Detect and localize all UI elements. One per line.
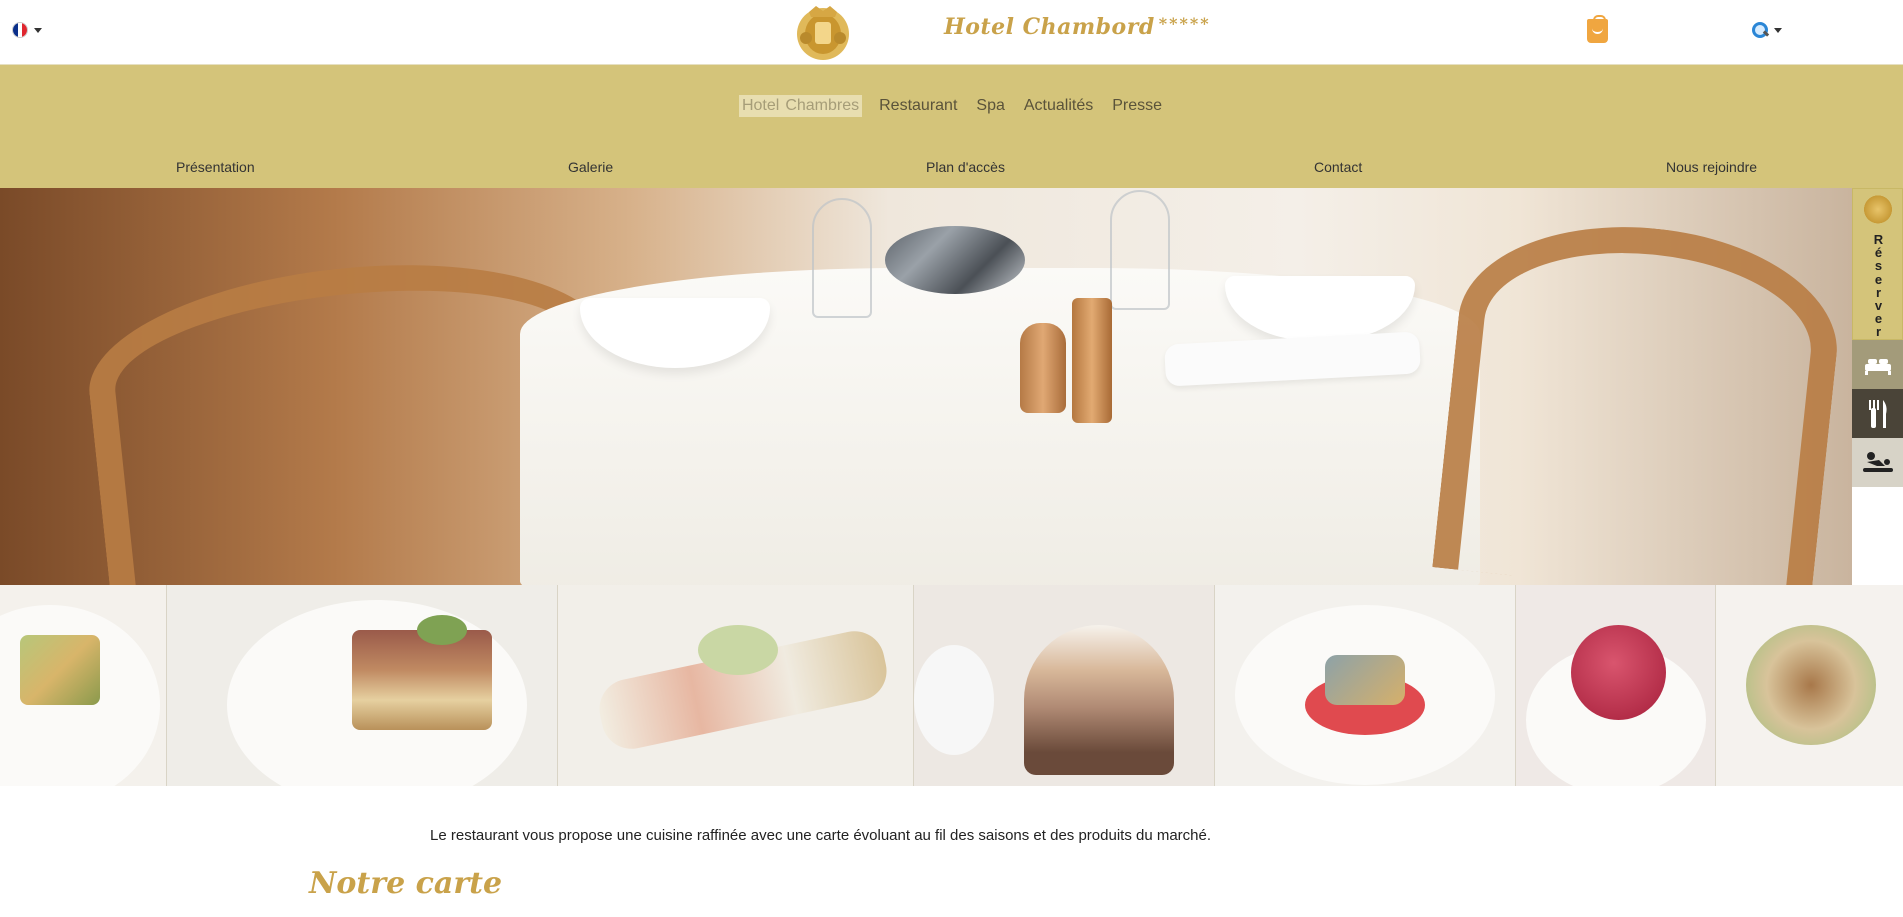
top-header: Hotel Chambord ***** xyxy=(0,0,1903,65)
menu-item-spa[interactable]: Spa xyxy=(974,95,1006,117)
menu-item-chambres[interactable]: Chambres xyxy=(782,95,862,117)
main-menu-group-hotel-chambres: Hotel Chambres xyxy=(738,95,863,117)
wine-glass xyxy=(1110,190,1170,310)
stone-decor xyxy=(885,226,1025,294)
flag-fr-icon xyxy=(12,22,28,38)
side-widget: R é s e r v e r xyxy=(1852,188,1903,490)
salt-mill xyxy=(1072,298,1112,423)
gallery-image[interactable] xyxy=(1716,585,1903,786)
massage-icon xyxy=(1862,451,1893,472)
hero-restaurant-image xyxy=(0,188,1852,585)
rooms-shortcut-button[interactable] xyxy=(1852,340,1903,389)
shopping-bag-icon[interactable] xyxy=(1587,15,1608,43)
brand-stars: ***** xyxy=(1158,14,1211,33)
reserve-letter: r xyxy=(1875,324,1882,340)
gallery-image[interactable] xyxy=(0,585,167,786)
search-toggle[interactable] xyxy=(1752,22,1782,38)
submenu-item-presentation[interactable]: Présentation xyxy=(176,159,255,175)
menu-item-hotel[interactable]: Hotel xyxy=(739,95,782,117)
menu-item-restaurant[interactable]: Restaurant xyxy=(877,95,959,117)
reserve-letter: s xyxy=(1874,258,1883,274)
chair-right xyxy=(1432,209,1848,585)
gallery-image[interactable] xyxy=(167,585,558,786)
restaurant-intro-text: Le restaurant vous propose une cuisine r… xyxy=(430,827,1212,844)
brand-title[interactable]: Hotel Chambord ***** xyxy=(944,14,1211,40)
hotel-crest-logo[interactable] xyxy=(792,2,854,62)
hotel-crest-icon xyxy=(1860,195,1896,227)
food-gallery xyxy=(0,585,1903,786)
gallery-image[interactable] xyxy=(914,585,1215,786)
chevron-down-icon xyxy=(34,27,42,33)
submenu-item-galerie[interactable]: Galerie xyxy=(568,159,613,175)
gallery-image[interactable] xyxy=(1516,585,1716,786)
pepper-mill xyxy=(1020,323,1066,413)
brand-name: Hotel Chambord xyxy=(944,14,1155,40)
gallery-image[interactable] xyxy=(558,585,914,786)
spa-shortcut-button[interactable] xyxy=(1852,438,1903,487)
main-navigation: Hotel Chambres Restaurant Spa Actualités… xyxy=(0,65,1903,188)
main-menu: Hotel Chambres Restaurant Spa Actualités… xyxy=(0,95,1903,117)
search-icon xyxy=(1752,22,1768,38)
fork-knife-icon xyxy=(1868,399,1887,428)
chevron-down-icon xyxy=(1774,27,1782,33)
reserve-button[interactable]: R é s e r v e r xyxy=(1852,188,1903,340)
submenu-item-plan-acces[interactable]: Plan d'accès xyxy=(926,159,1005,175)
menu-item-actualites[interactable]: Actualités xyxy=(1022,95,1095,117)
reserve-label: R é s e r v e r xyxy=(1853,233,1903,339)
menu-item-presse[interactable]: Presse xyxy=(1110,95,1164,117)
gallery-image[interactable] xyxy=(1215,585,1516,786)
submenu-item-contact[interactable]: Contact xyxy=(1314,159,1362,175)
reserve-letter: e xyxy=(1874,271,1883,287)
bed-icon xyxy=(1864,358,1891,375)
section-title-notre-carte: Notre carte xyxy=(309,866,503,901)
wine-glass xyxy=(812,198,872,318)
restaurant-shortcut-button[interactable] xyxy=(1852,389,1903,438)
submenu-item-nous-rejoindre[interactable]: Nous rejoindre xyxy=(1666,159,1757,175)
language-selector[interactable] xyxy=(12,22,42,38)
